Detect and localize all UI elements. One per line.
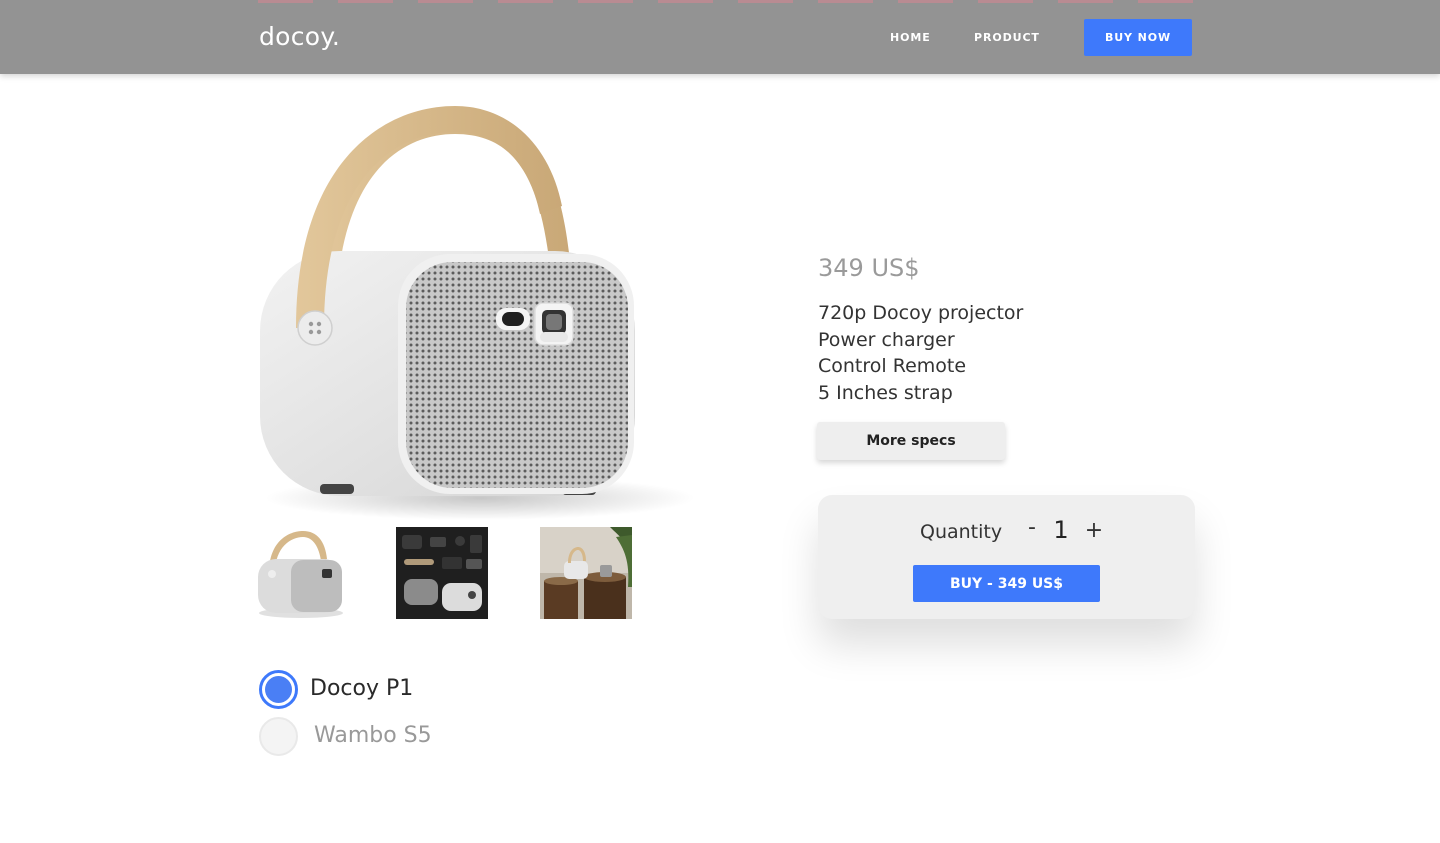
navbar-tick (498, 0, 553, 3)
navbar-top-decoration (0, 0, 1440, 3)
more-specs-button[interactable]: More specs (817, 422, 1005, 460)
navbar-tick (578, 0, 633, 3)
navbar-tick (338, 0, 393, 3)
buy-now-button[interactable]: BUY NOW (1084, 19, 1192, 56)
radio-unselected[interactable] (259, 717, 298, 756)
navbar-tick (898, 0, 953, 3)
buy-price-button[interactable]: BUY - 349 US$ (913, 565, 1100, 602)
feature-item: 5 Inches strap (818, 382, 953, 405)
quantity-increment-button[interactable]: + (1084, 518, 1104, 548)
quantity-label: Quantity (920, 521, 1003, 543)
navbar-tick (738, 0, 793, 3)
lifestyle-thumbnail[interactable] (540, 527, 632, 619)
navbar-tick (1058, 0, 1113, 3)
lifestyle-thumbnail-image (540, 527, 632, 619)
accessories-thumbnail[interactable] (396, 527, 488, 619)
quantity-value: 1 (1053, 516, 1069, 544)
navbar-tick (1138, 0, 1193, 3)
feature-list: 720p Docoy projector Power charger Contr… (818, 300, 1023, 407)
product-price: 349 US$ (818, 254, 920, 282)
navbar-tick (418, 0, 473, 3)
accessories-thumbnail-image (396, 527, 488, 619)
projector-thumbnail[interactable] (255, 527, 347, 619)
navbar-tick (258, 0, 313, 3)
feature-item: Power charger (818, 328, 955, 351)
purchase-card: Quantity - 1 + BUY - 349 US$ (818, 495, 1195, 619)
quantity-decrement-button[interactable]: - (1023, 515, 1041, 545)
brand-logo[interactable]: docoy. (259, 22, 340, 51)
projector-image (260, 106, 695, 520)
navbar-tick (818, 0, 873, 3)
navbar-tick (658, 0, 713, 3)
feature-item: 720p Docoy projector (818, 302, 1024, 324)
projector-thumbnail-image (258, 531, 343, 618)
nav-link-product[interactable]: PRODUCT (974, 31, 1040, 44)
navbar-tick (978, 0, 1033, 3)
model-label: Docoy P1 (310, 676, 414, 701)
feature-item: Control Remote (818, 355, 967, 378)
radio-selected[interactable] (259, 670, 298, 709)
model-label: Wambo S5 (314, 723, 432, 748)
navbar: docoy. HOME PRODUCT BUY NOW (0, 0, 1440, 74)
nav-link-home[interactable]: HOME (890, 31, 931, 44)
